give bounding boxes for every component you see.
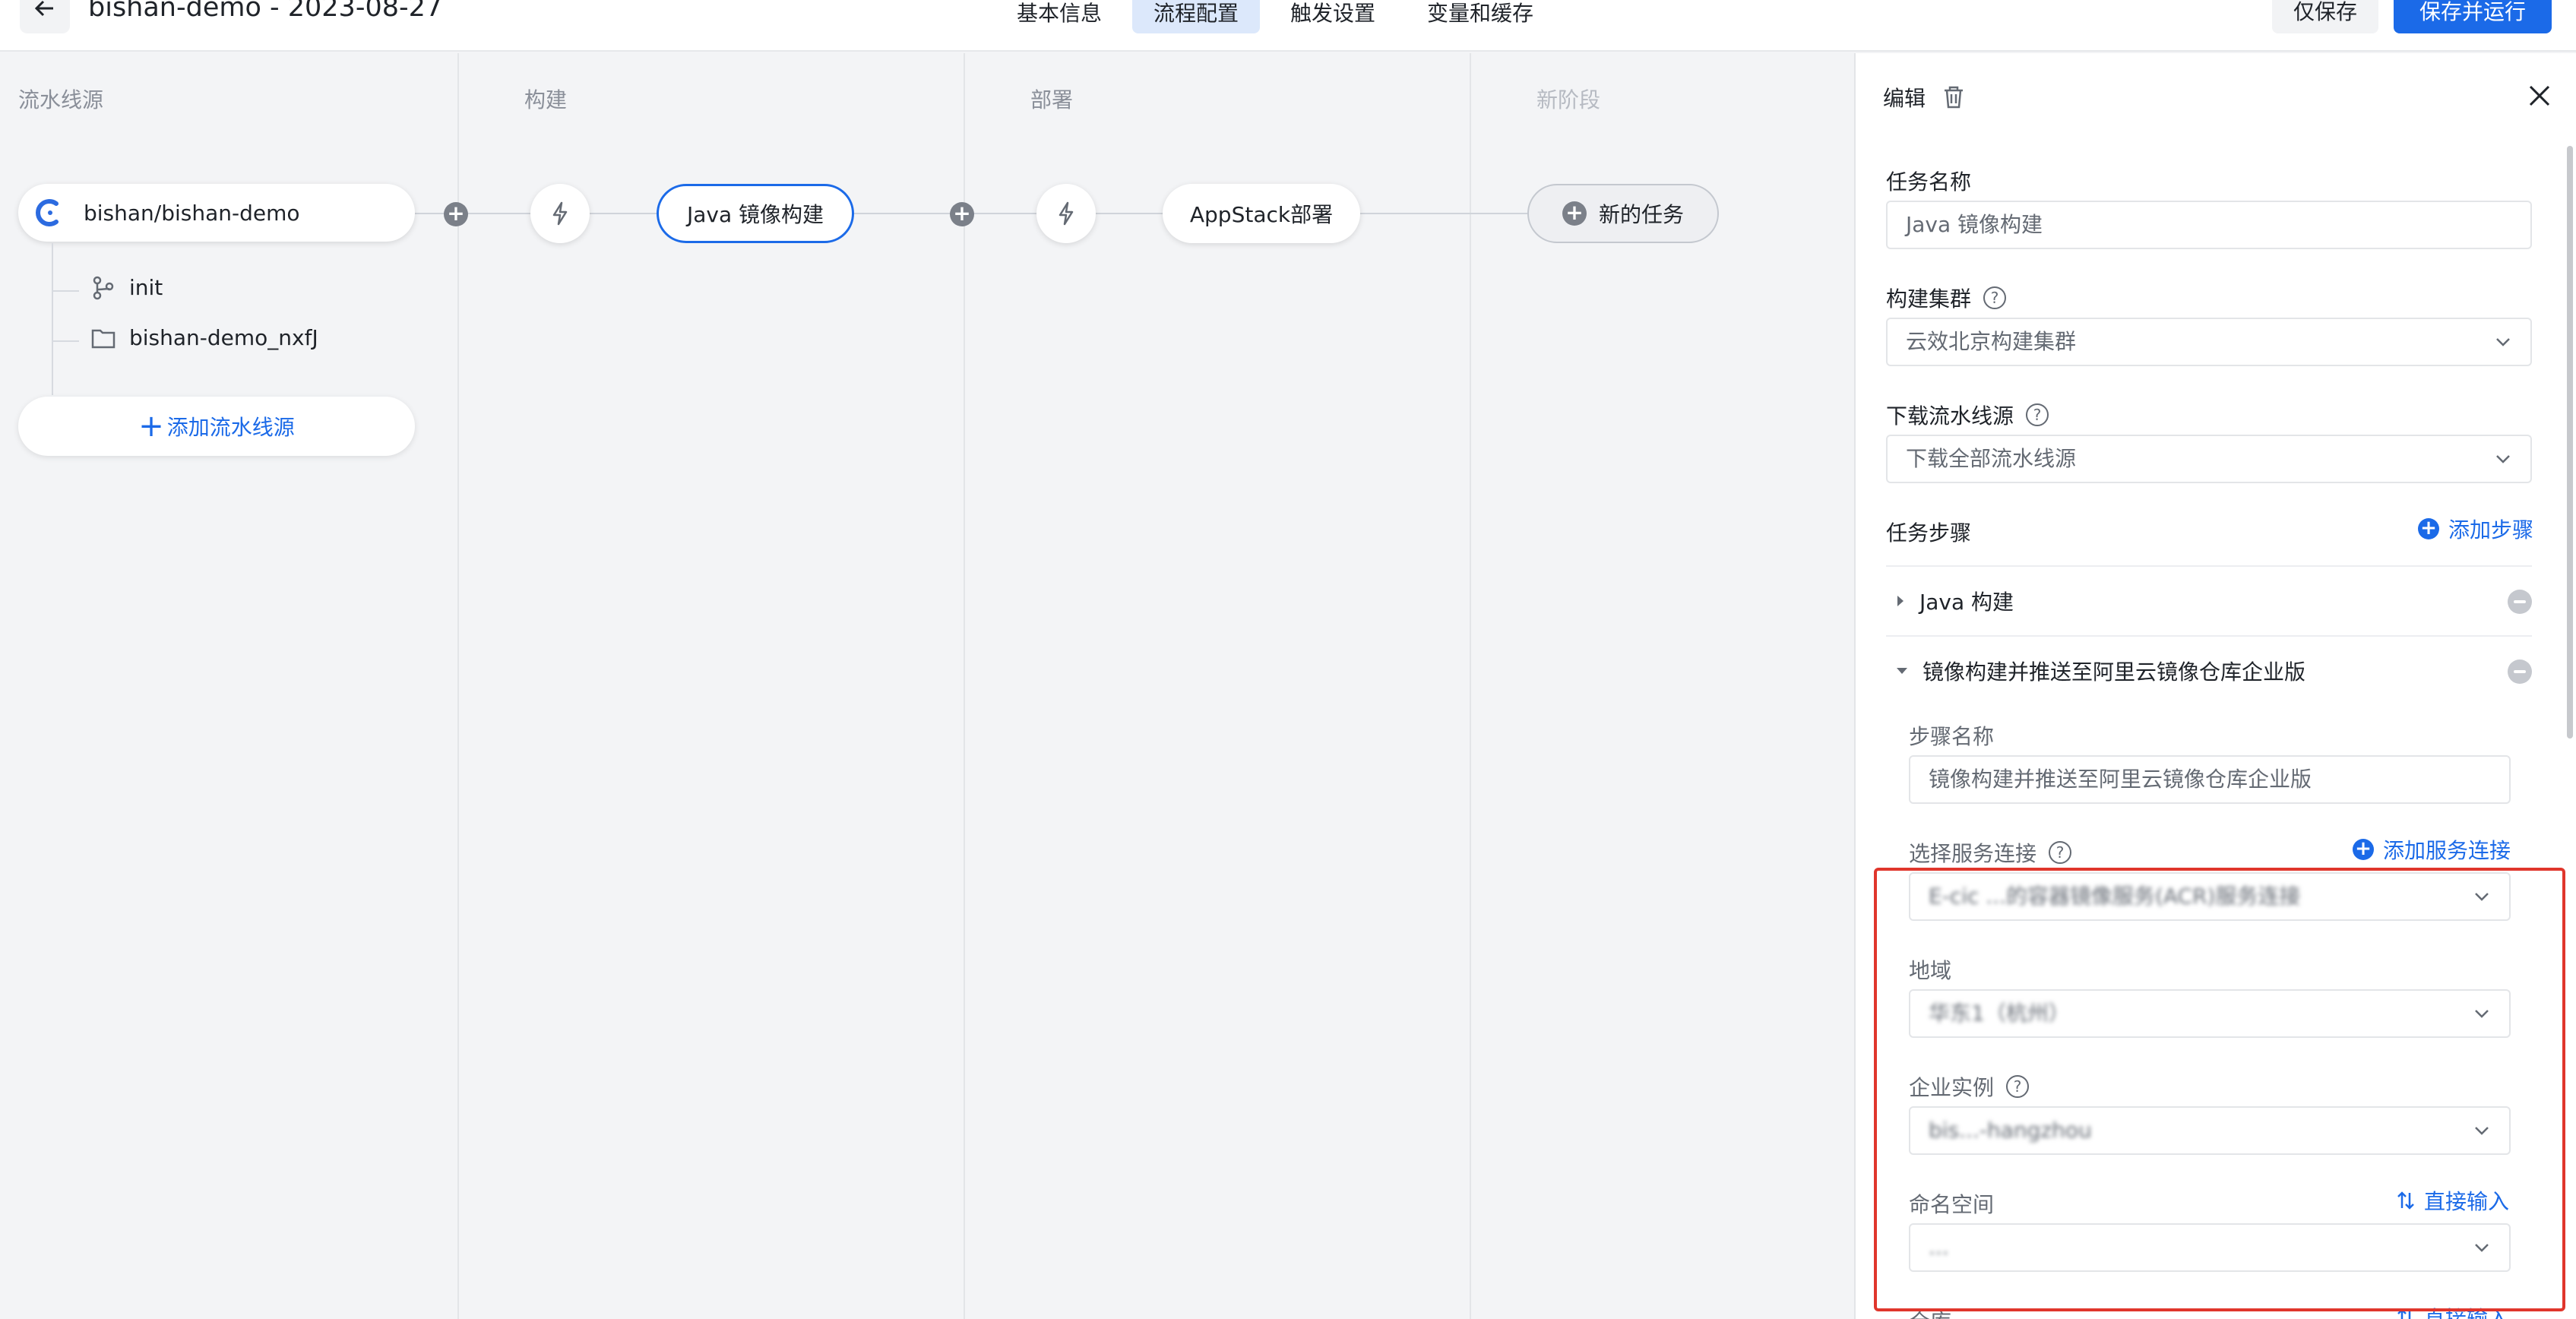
cluster-select[interactable]: 云效北京构建集群: [1886, 318, 2532, 366]
tab-process-config[interactable]: 流程配置: [1132, 0, 1261, 33]
step-name-label: 步骤名称: [1909, 724, 1995, 749]
plus-circle-icon: +: [2353, 839, 2374, 860]
branch-label: init: [129, 275, 163, 300]
lightning-icon: [1059, 201, 1074, 226]
cluster-value: 云效北京构建集群: [1906, 329, 2077, 354]
plus-icon: +: [138, 409, 164, 444]
job-appstack-deploy[interactable]: AppStack部署: [1163, 184, 1360, 243]
task-name-input[interactable]: Java 镜像构建: [1886, 201, 2532, 249]
tab-variables-cache[interactable]: 变量和缓存: [1406, 0, 1555, 33]
branch-icon: [93, 276, 114, 299]
add-source-button[interactable]: + 添加流水线源: [18, 397, 415, 456]
cluster-label: 构建集群?: [1886, 283, 2007, 313]
plus-circle-icon: +: [1562, 201, 1587, 226]
task-steps-label: 任务步骤: [1886, 520, 1972, 546]
panel-title: 编辑: [1883, 86, 1926, 111]
trash-icon[interactable]: [1942, 85, 1965, 109]
page-title: bishan-demo - 2023-08-27: [88, 0, 443, 23]
new-task-button[interactable]: + 新的任务: [1527, 184, 1719, 243]
remove-step-icon[interactable]: [2508, 660, 2532, 684]
download-source-label: 下载流水线源?: [1886, 400, 2049, 430]
source-repo-name: bishan/bishan-demo: [84, 200, 300, 226]
column-divider: [457, 53, 459, 1319]
tab-bar: 基本信息 流程配置 触发设置 变量和缓存: [995, 0, 1555, 33]
service-connection-label: 选择服务连接?: [1909, 837, 2072, 868]
codeup-logo-icon: [36, 199, 59, 226]
help-icon[interactable]: ?: [2049, 841, 2072, 864]
add-source-label: 添加流水线源: [166, 415, 295, 440]
help-icon[interactable]: ?: [1983, 286, 2007, 309]
folder-label: bishan-demo_nxfJ: [129, 325, 318, 350]
caret-right-icon: [1897, 596, 1904, 606]
tab-basic-info[interactable]: 基本信息: [995, 0, 1123, 33]
folder-icon: [91, 329, 116, 348]
source-folder[interactable]: bishan-demo_nxfJ: [91, 325, 318, 350]
add-stage-plus-icon[interactable]: +: [444, 202, 468, 226]
save-and-run-button[interactable]: 保存并运行: [2394, 0, 2552, 33]
back-button[interactable]: [20, 0, 70, 33]
column-divider: [1470, 53, 1471, 1319]
pipeline-canvas: 流水线源 构建 部署 新阶段 bishan/bishan-demo init b…: [0, 53, 1854, 1319]
arrow-left-icon: [34, 0, 53, 17]
download-source-select[interactable]: 下载全部流水线源: [1886, 435, 2532, 483]
source-branch[interactable]: init: [91, 275, 163, 300]
tab-trigger-settings[interactable]: 触发设置: [1269, 0, 1397, 33]
panel-header: 编辑: [1883, 82, 1965, 112]
job-java-image-build[interactable]: Java 镜像构建: [657, 184, 854, 243]
plus-circle-icon: +: [2418, 518, 2439, 539]
top-bar: bishan-demo - 2023-08-27 基本信息 流程配置 触发设置 …: [0, 0, 2576, 52]
step-image-build-push[interactable]: 镜像构建并推送至阿里云镜像仓库企业版: [1886, 635, 2532, 705]
add-service-connection-button[interactable]: + 添加服务连接: [2353, 834, 2511, 865]
column-title-new-stage: 新阶段: [1536, 87, 1601, 112]
build-trigger[interactable]: [530, 184, 590, 243]
chevron-down-icon: [2496, 455, 2510, 463]
close-icon[interactable]: [2527, 84, 2552, 108]
tree-line: [52, 340, 79, 342]
highlight-annotation: [1874, 868, 2565, 1311]
step-name-input[interactable]: 镜像构建并推送至阿里云镜像仓库企业版: [1909, 755, 2511, 804]
save-only-button[interactable]: 仅保存: [2272, 0, 2378, 33]
source-card[interactable]: bishan/bishan-demo: [18, 184, 415, 242]
column-title-source: 流水线源: [18, 87, 104, 112]
remove-step-icon[interactable]: [2508, 590, 2532, 614]
help-icon[interactable]: ?: [2026, 403, 2049, 426]
tree-line: [52, 290, 79, 292]
lightning-icon: [552, 201, 568, 226]
column-title-deploy: 部署: [1030, 87, 1074, 112]
tree-line: [52, 243, 53, 395]
new-task-label: 新的任务: [1598, 202, 1684, 227]
step-name: Java 构建: [1919, 590, 2014, 615]
add-stage-plus-icon[interactable]: +: [950, 202, 974, 226]
deploy-trigger[interactable]: [1036, 184, 1096, 243]
caret-down-icon: [1897, 668, 1907, 674]
task-name-label: 任务名称: [1886, 169, 1972, 195]
download-source-value: 下载全部流水线源: [1906, 446, 2077, 471]
step-name: 镜像构建并推送至阿里云镜像仓库企业版: [1923, 660, 2306, 685]
step-java-build[interactable]: Java 构建: [1886, 565, 2532, 635]
chevron-down-icon: [2496, 338, 2510, 346]
add-step-button[interactable]: + 添加步骤: [2418, 514, 2533, 544]
column-title-build: 构建: [524, 87, 568, 112]
panel-scrollbar[interactable]: [2567, 146, 2573, 739]
column-divider: [964, 53, 965, 1319]
